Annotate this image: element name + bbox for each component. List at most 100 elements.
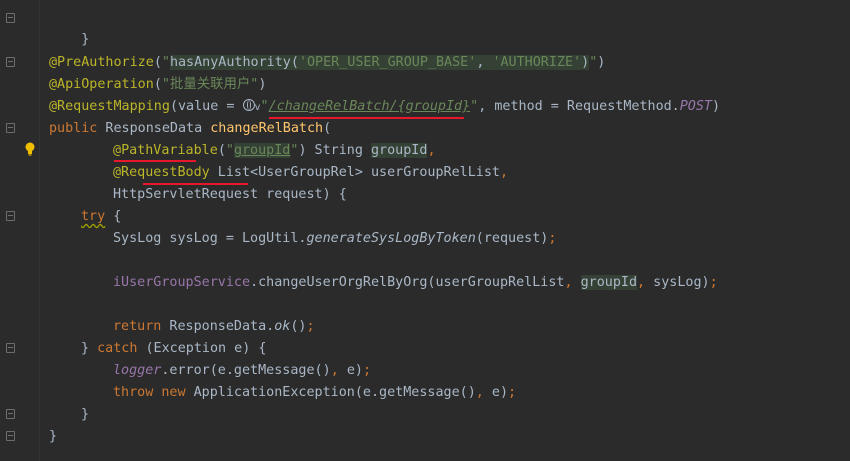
keyword: catch [97, 341, 138, 356]
url-path[interactable]: /changeRelBatch/{groupId} [269, 99, 471, 114]
code-text: ResponseData. [161, 319, 275, 334]
method-call: ok [274, 319, 291, 334]
method-name: changeRelBatch [210, 121, 324, 136]
code-line: @RequestBody List<UserGroupRel> userGrou… [113, 162, 508, 184]
string-quote: " [225, 143, 234, 158]
fold-icon[interactable] [6, 431, 15, 441]
red-underline-mark [114, 160, 196, 162]
keyword: try [81, 209, 106, 224]
paren: ( [217, 143, 226, 158]
paren: ( [153, 77, 162, 92]
comma: , [564, 275, 581, 290]
semicolon: ; [548, 231, 557, 246]
paren: ) [298, 143, 307, 158]
code-line: try { [81, 206, 121, 228]
code-text: .changeUserOrgRelByOrg(userGroupRelList [250, 275, 565, 290]
param-type: String [306, 143, 371, 158]
keyword: throw [113, 385, 154, 400]
globe-icon[interactable] [242, 99, 255, 111]
semicolon: ; [508, 385, 517, 400]
field: iUserGroupService [113, 275, 251, 290]
code-text: HttpServletRequest request) { [113, 187, 347, 202]
paren: ( [323, 121, 332, 136]
fold-icon[interactable] [6, 57, 15, 67]
fold-icon[interactable] [6, 343, 15, 353]
code-line: @PathVariable("groupId") String groupId, [113, 140, 436, 162]
code-line: logger.error(e.getMessage(), e); [113, 360, 371, 382]
code-text: } [81, 341, 98, 356]
code-line: @ApiOperation("批量关联用户") [49, 74, 266, 96]
red-underline-mark [269, 117, 464, 119]
paren: ) [712, 99, 721, 114]
gutter-separator [39, 0, 40, 461]
paren: ) [597, 55, 606, 70]
comma: , [427, 143, 436, 158]
code-text: , method = RequestMethod. [478, 99, 680, 114]
code-text: ApplicationException(e.getMessage() [185, 385, 476, 400]
brace: } [81, 32, 90, 47]
field: logger [113, 363, 162, 378]
code-line: @RequestMapping(value = v"/changeRelBatc… [49, 96, 720, 118]
semicolon: ; [306, 319, 315, 334]
annotation: @RequestBody [113, 165, 210, 180]
string-quote: " [161, 55, 170, 70]
keyword: public [49, 121, 98, 136]
param-name: groupId [580, 275, 638, 290]
paren: ( [153, 55, 162, 70]
fold-icon[interactable] [6, 211, 15, 221]
fold-icon[interactable] [6, 13, 15, 23]
code-text: e) [491, 385, 509, 400]
code-text: (Exception e) { [137, 341, 267, 356]
red-underline-mark [143, 183, 248, 185]
comma: , [475, 385, 492, 400]
fold-icon[interactable] [6, 409, 15, 419]
return-type: ResponseData [97, 121, 211, 136]
code-line: throw new ApplicationException(e.getMess… [113, 382, 516, 404]
lightbulb-icon[interactable] [24, 142, 36, 156]
code-line: SysLog sysLog = LogUtil.generateSysLogBy… [113, 228, 556, 250]
brace: } [81, 407, 90, 422]
fold-icon[interactable] [6, 123, 15, 133]
code-text: () [290, 319, 307, 334]
editor-gutter [0, 0, 40, 461]
brace: } [49, 429, 58, 444]
annotation: PathVariable [121, 143, 218, 158]
param-name: groupId [371, 143, 428, 158]
annotation: @ApiOperation [49, 77, 154, 92]
semicolon: ; [709, 275, 718, 290]
code-text: sysLog) [653, 275, 710, 290]
string-literal: groupId [233, 143, 291, 158]
enum-constant: POST [679, 99, 712, 114]
keyword: return [113, 319, 162, 334]
code-line: } [49, 7, 89, 47]
code-text: (request) [475, 231, 549, 246]
code-text: SysLog sysLog = LogUtil. [113, 231, 307, 246]
annotation: @RequestMapping [49, 99, 170, 114]
string-literal: "批量关联用户" [161, 77, 259, 92]
code-line: } catch (Exception e) { [81, 338, 266, 360]
comma: , [637, 275, 654, 290]
code-line: } [81, 404, 89, 426]
string-quote: " [260, 99, 269, 114]
code-line: } [49, 426, 57, 448]
param-decl: List<UserGroupRel> userGroupRelList [209, 165, 500, 180]
code-text: .error(e.getMessage() [161, 363, 331, 378]
comma: , [499, 165, 509, 180]
expression: hasAnyAuthority('OPER_USER_GROUP_BASE', … [169, 55, 590, 70]
expr-text: hasAnyAuthority( [169, 55, 299, 70]
keyword: new [161, 385, 186, 400]
code-line: public ResponseData changeRelBatch( [49, 118, 331, 140]
code-line: iUserGroupService.changeUserOrgRelByOrg(… [113, 272, 718, 294]
code-line: @PreAuthorize("hasAnyAuthority('OPER_USE… [49, 52, 605, 74]
code-line: HttpServletRequest request) { [113, 184, 347, 206]
expr-text: ) [581, 55, 590, 70]
expr-text: , [476, 55, 493, 70]
method-call: generateSysLogByToken [306, 231, 476, 246]
code-text: { [105, 209, 122, 224]
code-text: (value = [169, 99, 243, 114]
semicolon: ; [362, 363, 371, 378]
expr-string: 'AUTHORIZE' [492, 55, 582, 70]
paren: ) [258, 77, 267, 92]
annotation: @PreAuthorize [49, 55, 154, 70]
code-text: e) [346, 363, 363, 378]
